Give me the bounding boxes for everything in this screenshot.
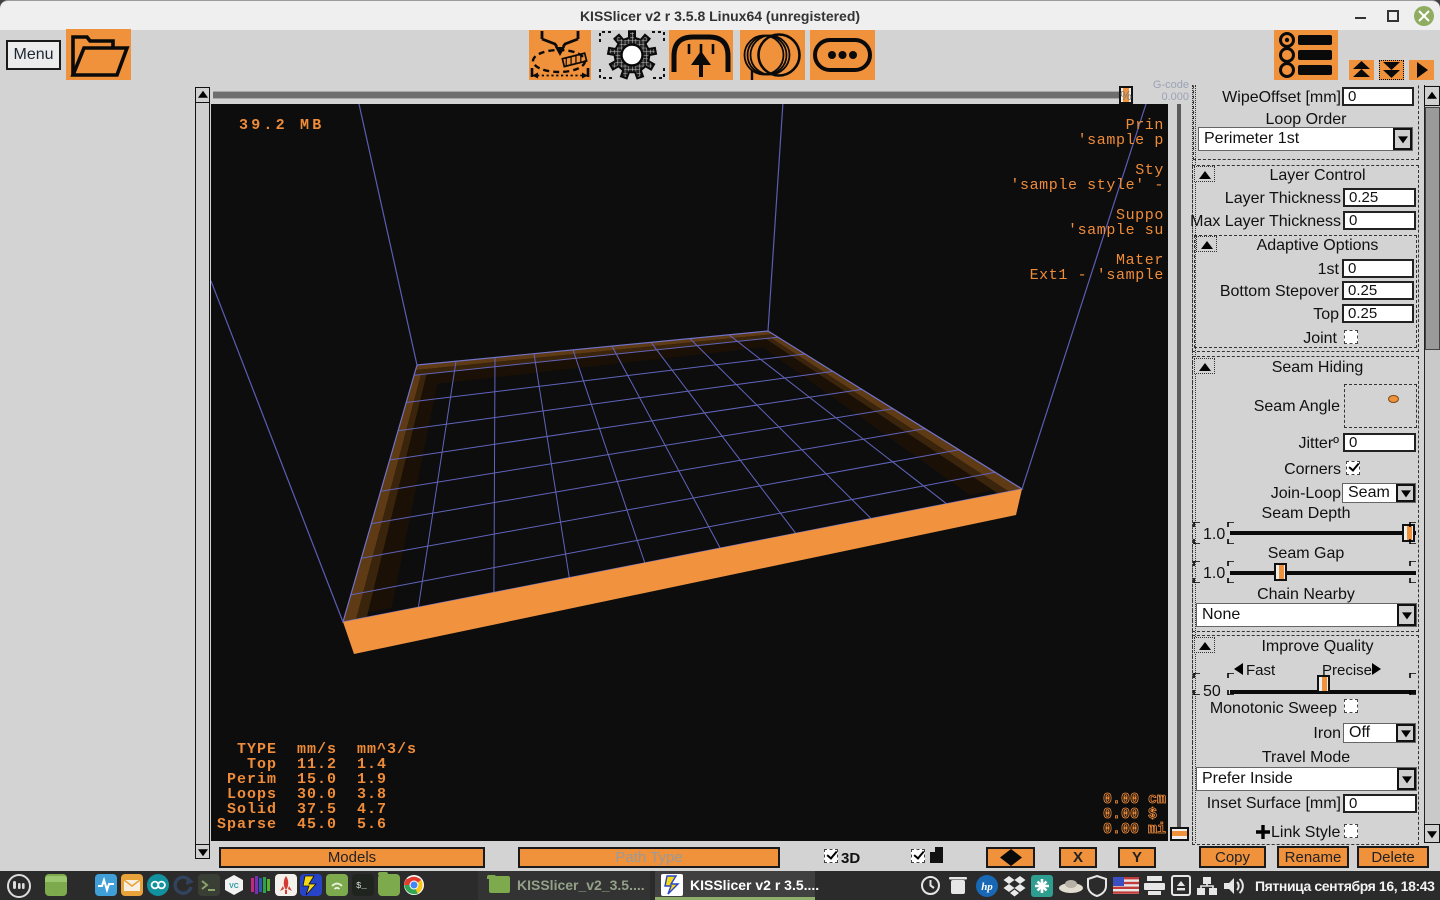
svg-text:VC: VC [229, 883, 239, 890]
svg-text:$_: $_ [356, 881, 367, 891]
svg-text:hp: hp [981, 881, 993, 893]
